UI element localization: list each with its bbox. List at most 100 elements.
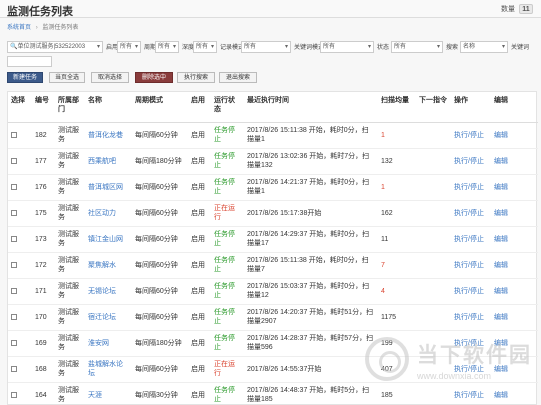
row-id-text: 182 xyxy=(35,131,47,139)
row-edit-link[interactable]: 编辑 xyxy=(494,184,508,191)
row-dept-text: 测试服务 xyxy=(58,335,79,351)
row-checkbox[interactable] xyxy=(11,209,17,216)
row-edit: 编辑 xyxy=(491,200,538,227)
row-name-link[interactable]: 西乘航吧 xyxy=(88,158,116,165)
row-run-stop-link[interactable]: 执行/停止 xyxy=(454,184,484,191)
row-checkbox[interactable] xyxy=(11,365,17,372)
select-all-button[interactable]: 当页全选 xyxy=(49,72,85,83)
col-header-id[interactable]: 编号 xyxy=(32,92,55,123)
row-edit-link[interactable]: 编辑 xyxy=(494,262,508,269)
row-dept: 测试服务 xyxy=(55,148,85,175)
row-run-stop-link[interactable]: 执行/停止 xyxy=(454,210,484,217)
table-header-row: 选择 编号 所属部门 名称 周期模式 启用 运行状态 最近执行时间 扫描均量 下… xyxy=(8,92,538,123)
row-checkbox[interactable] xyxy=(11,183,17,190)
row-last-run: 2017/8/26 15:03:37 开始，耗时0分，扫描量12 xyxy=(244,278,378,305)
row-status: 正在运行 xyxy=(211,356,244,383)
unit-select[interactable]: 🔍单位测试服务|532522003 xyxy=(7,41,103,53)
row-checkbox[interactable] xyxy=(11,235,17,242)
row-name-link[interactable]: 天涯 xyxy=(88,392,102,399)
row-enabled-text: 启用 xyxy=(191,287,205,295)
record-mode-select[interactable]: 所有 xyxy=(241,41,291,53)
row-run-stop-link[interactable]: 执行/停止 xyxy=(454,314,484,321)
delete-selected-button[interactable]: 删除选中 xyxy=(135,72,173,83)
watermark-name: 当下软件园 xyxy=(417,344,532,367)
row-dept: 测试服务 xyxy=(55,226,85,253)
row-dept: 测试服务 xyxy=(55,304,85,331)
row-name-link[interactable]: 社区动力 xyxy=(88,210,116,217)
keyword-mode-select[interactable]: 所有 xyxy=(320,41,374,53)
row-name-link[interactable]: 宿迁论坛 xyxy=(88,314,116,321)
row-name: 西乘航吧 xyxy=(85,148,132,175)
row-status: 任务停止 xyxy=(211,226,244,253)
row-name-link[interactable]: 无锡论坛 xyxy=(88,288,116,295)
row-last-run-text: 2017/8/26 13:02:36 开始，耗时7分，扫描量132 xyxy=(247,153,370,169)
row-dept-text: 测试服务 xyxy=(58,127,79,143)
enable-select[interactable]: 所有 xyxy=(117,41,141,53)
row-name: 天涯 xyxy=(85,382,132,405)
row-name-link[interactable]: 普洱化龙巷 xyxy=(88,132,123,139)
row-dept: 测试服务 xyxy=(55,174,85,201)
row-last-run: 2017/8/26 14:28:37 开始，耗时57分，扫描量596 xyxy=(244,330,378,357)
row-ops: 执行/停止 xyxy=(451,174,491,201)
keyword-mode-select-value: 所有 xyxy=(323,44,336,50)
row-run-stop-link[interactable]: 执行/停止 xyxy=(454,158,484,165)
row-checkbox[interactable] xyxy=(11,287,17,294)
row-edit-link[interactable]: 编辑 xyxy=(494,158,508,165)
row-checkbox[interactable] xyxy=(11,391,17,398)
cycle-select[interactable]: 所有 xyxy=(155,41,179,53)
row-id: 170 xyxy=(32,304,55,331)
row-enabled-text: 启用 xyxy=(191,261,205,269)
table-row: 176 测试服务 普洱城区网 每间隔60分钟 启用 任务停止 2017/8/26 14:21… xyxy=(8,174,538,201)
row-edit-link[interactable]: 编辑 xyxy=(494,314,508,321)
col-header-name[interactable]: 名称 xyxy=(85,92,132,123)
row-name-link[interactable]: 普洱城区网 xyxy=(88,184,123,191)
row-enabled-text: 启用 xyxy=(191,313,205,321)
row-edit: 编辑 xyxy=(491,304,538,331)
row-checkbox[interactable] xyxy=(11,157,17,164)
row-name-link[interactable]: 淮安网 xyxy=(88,340,109,347)
row-edit: 编辑 xyxy=(491,174,538,201)
row-enabled: 启用 xyxy=(188,252,211,279)
run-search-button[interactable]: 执行搜索 xyxy=(177,72,215,83)
row-cycle: 每间隔60分钟 xyxy=(132,252,188,279)
row-checkbox[interactable] xyxy=(11,261,17,268)
row-status: 任务停止 xyxy=(211,174,244,201)
row-enabled: 启用 xyxy=(188,330,211,357)
row-edit-link[interactable]: 编辑 xyxy=(494,210,508,217)
row-checkbox[interactable] xyxy=(11,313,17,320)
count-badge: 11 xyxy=(519,4,533,14)
row-status-text: 任务停止 xyxy=(214,387,235,403)
watermark-url: www.downxia.com xyxy=(417,371,492,381)
row-run-stop-link[interactable]: 执行/停止 xyxy=(454,132,484,139)
search-field-select[interactable]: 名称 xyxy=(460,41,508,53)
row-next xyxy=(416,226,451,253)
row-run-stop-link[interactable]: 执行/停止 xyxy=(454,236,484,243)
exit-search-button[interactable]: 退出搜索 xyxy=(219,72,257,83)
row-cycle: 每间隔60分钟 xyxy=(132,356,188,383)
row-cycle-text: 每间隔60分钟 xyxy=(135,287,178,295)
row-name-link[interactable]: 镇江金山网 xyxy=(88,236,123,243)
row-run-stop-link[interactable]: 执行/停止 xyxy=(454,288,484,295)
row-dept-text: 测试服务 xyxy=(58,283,79,299)
row-edit-link[interactable]: 编辑 xyxy=(494,132,508,139)
row-name-link[interactable]: 聚焦解水 xyxy=(88,262,116,269)
row-id: 169 xyxy=(32,330,55,357)
row-run-stop-link[interactable]: 执行/停止 xyxy=(454,262,484,269)
status-select[interactable]: 所有 xyxy=(391,41,443,53)
depth-select[interactable]: 所有 xyxy=(193,41,217,53)
row-checkbox[interactable] xyxy=(11,131,17,138)
cancel-select-button[interactable]: 取消选择 xyxy=(91,72,129,83)
breadcrumb-home[interactable]: 系统首页 xyxy=(7,25,31,31)
row-name: 普洱城区网 xyxy=(85,174,132,201)
col-header-enabled: 启用 xyxy=(188,92,211,123)
row-edit-link[interactable]: 编辑 xyxy=(494,288,508,295)
keyword-input[interactable] xyxy=(7,56,52,67)
row-checkbox[interactable] xyxy=(11,339,17,346)
new-task-button[interactable]: 新建任务 xyxy=(7,72,43,83)
enable-select-value: 所有 xyxy=(120,44,133,50)
row-id-text: 170 xyxy=(35,313,47,321)
row-status: 任务停止 xyxy=(211,382,244,405)
row-dept-text: 测试服务 xyxy=(58,153,79,169)
row-edit-link[interactable]: 编辑 xyxy=(494,236,508,243)
row-name-link[interactable]: 盐城解水论坛 xyxy=(88,361,123,377)
